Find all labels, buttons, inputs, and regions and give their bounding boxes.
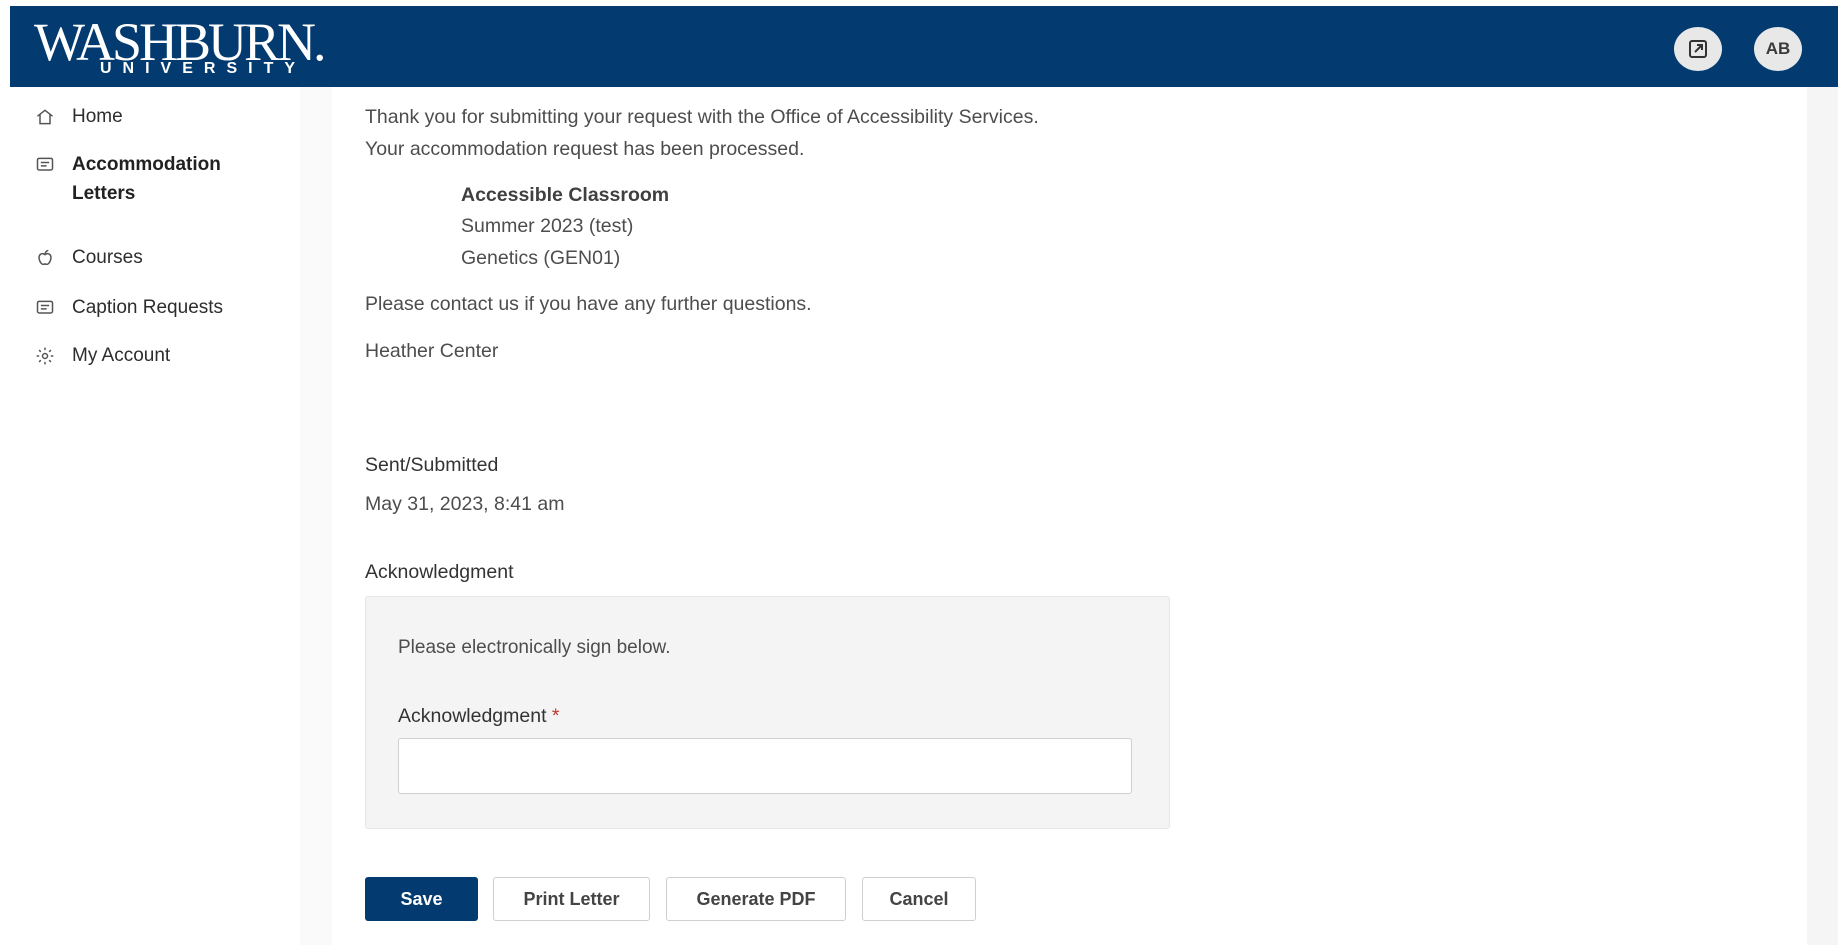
- save-button[interactable]: Save: [365, 877, 478, 921]
- required-marker: *: [551, 705, 560, 727]
- apple-icon: [32, 243, 58, 272]
- sidebar-item-caption-requests[interactable]: Caption Requests: [32, 293, 262, 322]
- logo-subtitle: UNIVERSITY: [100, 60, 307, 77]
- message-icon: [32, 293, 58, 322]
- acknowledgment-field-label: Acknowledgment *: [398, 705, 560, 728]
- acknowledgment-field-label-text: Acknowledgment: [398, 705, 547, 727]
- avatar[interactable]: AB: [1754, 27, 1802, 71]
- sidebar-item-label: Caption Requests: [72, 297, 224, 318]
- gear-icon: [32, 341, 58, 370]
- sent-submitted-value: May 31, 2023, 8:41 am: [365, 493, 565, 515]
- acknowledgment-instruction: Please electronically sign below.: [398, 637, 671, 658]
- sidebar-item-home[interactable]: Home: [32, 102, 262, 131]
- accommodation-name: Accessible Classroom: [461, 184, 670, 206]
- sidebar-item-courses[interactable]: Courses: [32, 243, 262, 272]
- content-left-gutter: [300, 87, 332, 945]
- generate-pdf-button[interactable]: Generate PDF: [666, 877, 846, 921]
- sidebar-item-label: Home: [72, 106, 123, 127]
- sidebar-item-my-account[interactable]: My Account: [32, 341, 262, 370]
- washburn-logo[interactable]: WASHBURN. UNIVERSITY: [28, 12, 358, 82]
- sidebar-item-label: My Account: [72, 345, 171, 366]
- window-edge: [0, 0, 10, 945]
- accommodation-course: Genetics (GEN01): [461, 247, 621, 269]
- content-right-gutter: [1807, 87, 1838, 945]
- sidebar-item-label: Courses: [72, 247, 143, 268]
- sent-submitted-label: Sent/Submitted: [365, 454, 499, 476]
- home-icon: [32, 102, 58, 131]
- open-in-window-icon: [1689, 40, 1707, 58]
- sidebar: Home Accommodation Letters Courses Capti…: [10, 87, 332, 945]
- acknowledgment-section-label: Acknowledgment: [365, 561, 514, 583]
- print-letter-button[interactable]: Print Letter: [493, 877, 650, 921]
- sidebar-item-label: Accommodation Letters: [72, 154, 221, 204]
- accommodation-term: Summer 2023 (test): [461, 215, 634, 237]
- app-window: WASHBURN. UNIVERSITY AB Home Accommodati…: [0, 0, 1838, 945]
- letter-intro-line-1: Thank you for submitting your request wi…: [365, 106, 1039, 128]
- sidebar-item-accommodation-letters[interactable]: Accommodation Letters: [32, 150, 262, 208]
- top-header: WASHBURN. UNIVERSITY AB: [10, 6, 1838, 87]
- cancel-button[interactable]: Cancel: [862, 877, 976, 921]
- letter-intro-line-2: Your accommodation request has been proc…: [365, 138, 805, 160]
- letter-contact-line: Please contact us if you have any furthe…: [365, 293, 812, 315]
- letter-signature: Heather Center: [365, 340, 499, 362]
- acknowledgment-input[interactable]: [398, 738, 1132, 794]
- open-dialog-button[interactable]: [1674, 27, 1722, 71]
- message-icon: [32, 150, 58, 179]
